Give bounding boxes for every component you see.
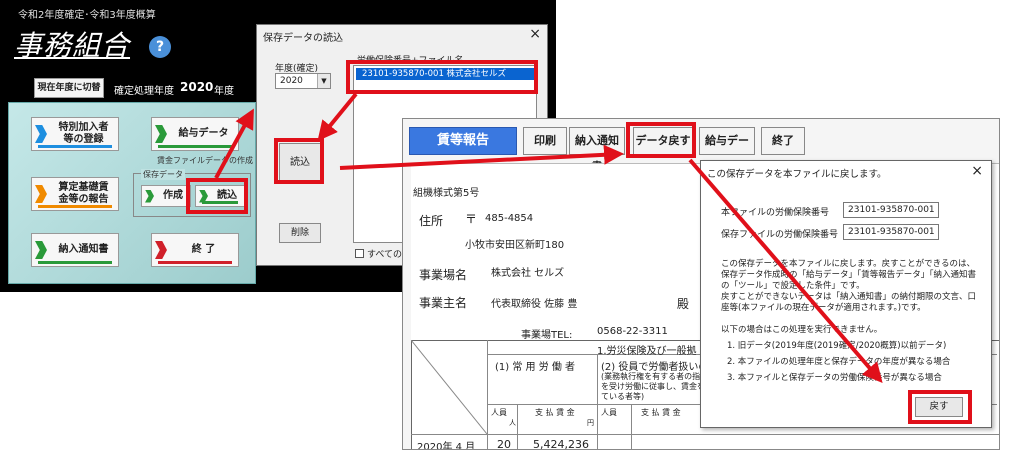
arrow-overlay bbox=[214, 92, 883, 384]
